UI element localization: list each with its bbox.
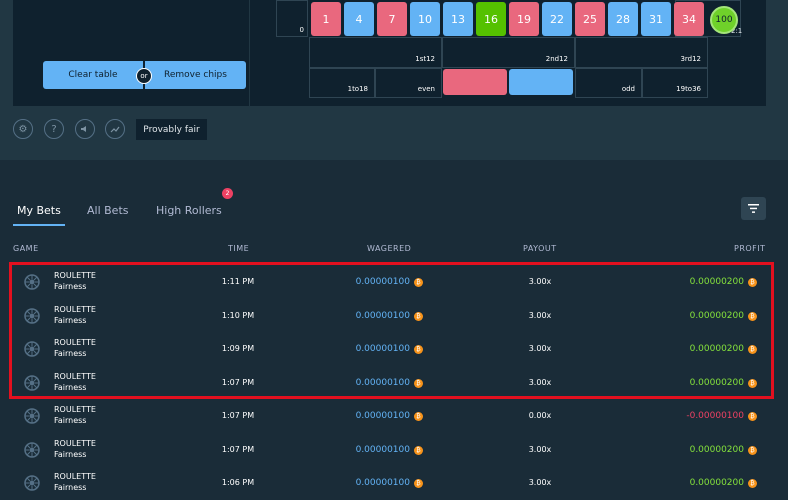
profit-cell: 0.00000200 bbox=[689, 445, 744, 455]
number-cell[interactable]: 4 bbox=[344, 2, 374, 36]
bitcoin-icon: ₿ bbox=[414, 479, 423, 488]
number-cell[interactable]: 28 bbox=[608, 2, 638, 36]
stats-icon[interactable] bbox=[105, 119, 125, 139]
roulette-icon bbox=[24, 442, 40, 458]
table-row[interactable]: ROULETTE Fairness 1:07 PM 0.00000100 ₿ 0.00x -… bbox=[0, 399, 788, 433]
remove-chips-button[interactable]: Remove chips bbox=[145, 61, 246, 89]
wagered-cell: 0.00000100 bbox=[355, 411, 410, 421]
header-time: TIME bbox=[228, 244, 250, 253]
chip-100[interactable]: 100 bbox=[710, 6, 738, 34]
roulette-board: 0 1st12 2nd12 3rd12 1to18 even odd 19to3… bbox=[250, 0, 766, 106]
wagered-cell: 0.00000100 bbox=[355, 445, 410, 455]
zero-cell[interactable]: 0 bbox=[276, 0, 308, 37]
high-rollers-badge: 2 bbox=[222, 188, 233, 199]
header-game: GAME bbox=[13, 244, 39, 253]
fairness-link[interactable]: Fairness bbox=[54, 449, 96, 460]
filter-icon[interactable] bbox=[741, 197, 766, 220]
game-area: Clear table Remove chips or 0 1st12 2nd1… bbox=[0, 0, 788, 160]
clear-table-button[interactable]: Clear table bbox=[43, 61, 143, 89]
time-cell: 1:07 PM bbox=[221, 411, 255, 420]
active-tab-underline bbox=[13, 224, 65, 226]
or-separator: or bbox=[136, 68, 152, 84]
bitcoin-icon: ₿ bbox=[748, 412, 757, 421]
number-cell[interactable]: 34 bbox=[674, 2, 704, 36]
profit-cell: 0.00000200 bbox=[689, 478, 744, 488]
highlight-box bbox=[9, 262, 774, 399]
header-payout: PAYOUT bbox=[523, 244, 557, 253]
bitcoin-icon: ₿ bbox=[414, 446, 423, 455]
dozen-3-cell[interactable]: 3rd12 bbox=[575, 37, 708, 68]
game-cell[interactable]: ROULETTE Fairness bbox=[54, 471, 96, 493]
roulette-icon bbox=[24, 408, 40, 424]
bitcoin-icon: ₿ bbox=[748, 479, 757, 488]
game-name[interactable]: ROULETTE bbox=[54, 404, 96, 415]
tab-all-bets[interactable]: All Bets bbox=[87, 204, 129, 217]
volume-icon[interactable] bbox=[75, 119, 95, 139]
help-icon[interactable]: ? bbox=[44, 119, 64, 139]
gear-icon[interactable]: ⚙ bbox=[13, 119, 33, 139]
game-cell[interactable]: ROULETTE Fairness bbox=[54, 404, 96, 426]
game-name[interactable]: ROULETTE bbox=[54, 471, 96, 482]
game-name[interactable]: ROULETTE bbox=[54, 438, 96, 449]
time-cell: 1:06 PM bbox=[221, 478, 255, 487]
tab-high-rollers[interactable]: High Rollers bbox=[156, 204, 222, 217]
red-bet-cell[interactable] bbox=[443, 69, 507, 95]
number-cell[interactable]: 16 bbox=[476, 2, 506, 36]
table-row[interactable]: ROULETTE Fairness 1:07 PM 0.00000100 ₿ 3.00x 0… bbox=[0, 433, 788, 467]
high-bet-cell[interactable]: 19to36 bbox=[642, 68, 708, 98]
provably-fair-button[interactable]: Provably fair bbox=[136, 119, 207, 140]
number-cell[interactable]: 1 bbox=[311, 2, 341, 36]
number-cell[interactable]: 10 bbox=[410, 2, 440, 36]
number-cell[interactable]: 13 bbox=[443, 2, 473, 36]
fairness-link[interactable]: Fairness bbox=[54, 482, 96, 493]
roulette-icon bbox=[24, 475, 40, 491]
number-cell[interactable]: 22 bbox=[542, 2, 572, 36]
number-cell[interactable]: 19 bbox=[509, 2, 539, 36]
dozen-2-cell[interactable]: 2nd12 bbox=[442, 37, 575, 68]
number-cell[interactable]: 31 bbox=[641, 2, 671, 36]
number-cell[interactable]: 7 bbox=[377, 2, 407, 36]
time-cell: 1:07 PM bbox=[221, 445, 255, 454]
bitcoin-icon: ₿ bbox=[414, 412, 423, 421]
bet-controls-panel: Clear table Remove chips or bbox=[13, 0, 249, 106]
payout-cell: 3.00x bbox=[528, 445, 552, 454]
low-bet-cell[interactable]: 1to18 bbox=[309, 68, 375, 98]
odd-bet-cell[interactable]: odd bbox=[575, 68, 642, 98]
game-cell[interactable]: ROULETTE Fairness bbox=[54, 438, 96, 460]
table-row[interactable]: ROULETTE Fairness 1:06 PM 0.00000100 ₿ 3.00x 0… bbox=[0, 466, 788, 500]
header-profit: PROFIT bbox=[734, 244, 766, 253]
even-bet-cell[interactable]: even bbox=[375, 68, 442, 98]
payout-cell: 3.00x bbox=[528, 478, 552, 487]
header-wagered: WAGERED bbox=[367, 244, 412, 253]
bitcoin-icon: ₿ bbox=[748, 446, 757, 455]
fairness-link[interactable]: Fairness bbox=[54, 415, 96, 426]
tab-my-bets[interactable]: My Bets bbox=[17, 204, 61, 217]
payout-cell: 0.00x bbox=[528, 411, 552, 420]
profit-cell: -0.00000100 bbox=[686, 411, 744, 421]
wagered-cell: 0.00000100 bbox=[355, 478, 410, 488]
number-cell[interactable]: 25 bbox=[575, 2, 605, 36]
dozen-1-cell[interactable]: 1st12 bbox=[309, 37, 442, 68]
black-bet-cell[interactable] bbox=[509, 69, 573, 95]
